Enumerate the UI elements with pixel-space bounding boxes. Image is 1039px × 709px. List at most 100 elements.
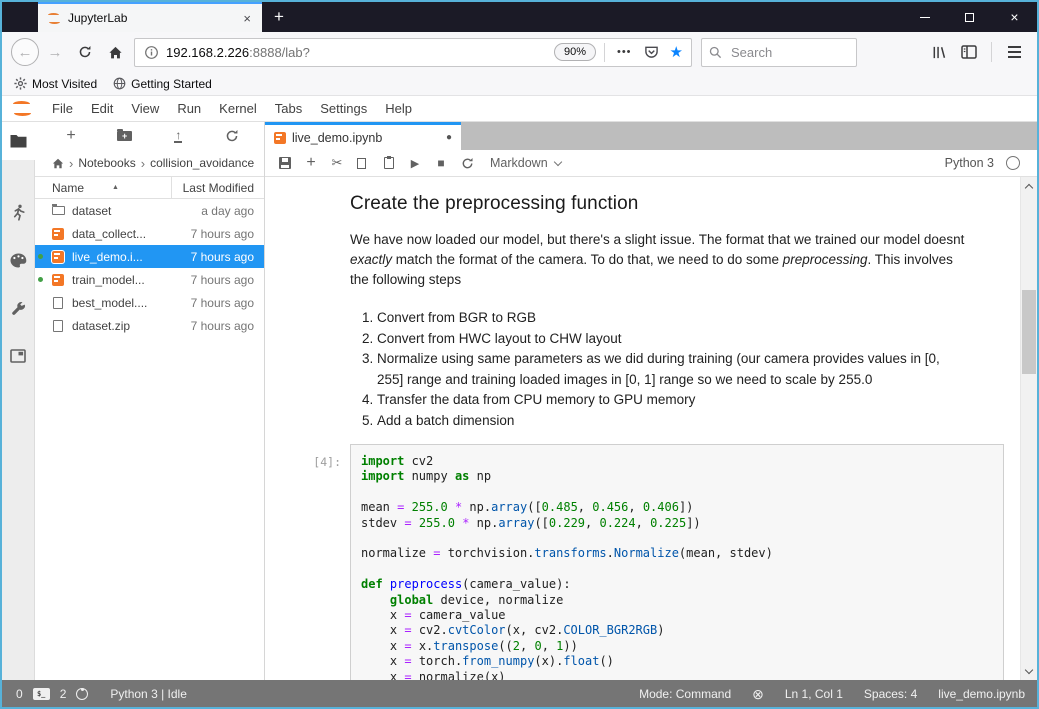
sidebar-tab-filebrowser[interactable] (2, 122, 35, 160)
cut-cells-button[interactable]: ✂ (324, 151, 350, 175)
markdown-cell[interactable]: Create the preprocessing function We hav… (265, 184, 1020, 431)
markdown-steps-list: Convert from BGR to RGBConvert from HWC … (350, 308, 950, 431)
save-button[interactable] (272, 151, 298, 175)
home-icon[interactable] (52, 158, 64, 169)
file-row[interactable]: dataset a day ago (35, 199, 264, 222)
close-button[interactable]: × (992, 2, 1037, 32)
notifications-icon[interactable]: ⊗ (752, 687, 764, 701)
scroll-up-arrow[interactable] (1021, 178, 1037, 194)
library-button[interactable] (924, 37, 954, 67)
bookmark-getting-started[interactable]: Getting Started (113, 77, 212, 91)
code-line: import numpy as np (361, 469, 492, 484)
new-launcher-button[interactable]: + (61, 126, 81, 146)
sidebar-tab-open-tabs[interactable] (2, 332, 35, 380)
spaces-label[interactable]: Spaces: 4 (864, 687, 917, 701)
page-actions-icon[interactable]: ••• (611, 46, 638, 58)
file-browser-toolbar: + + ↑ (35, 122, 264, 150)
menu-kernel[interactable]: Kernel (210, 101, 266, 116)
browser-navbar: ← → 192.168.2.226:8888/lab? 90% ••• ★ (2, 32, 1037, 72)
menu-file[interactable]: File (43, 101, 82, 116)
refresh-icon (462, 157, 473, 168)
sidebar-tab-running[interactable] (2, 188, 35, 236)
notebook-icon (50, 273, 66, 286)
breadcrumb-collision-avoidance[interactable]: collision_avoidance (150, 156, 254, 170)
kernel-name-label[interactable]: Python 3 (945, 156, 994, 170)
tab-close-icon[interactable]: × (241, 11, 253, 26)
bookmark-most-visited[interactable]: Most Visited (14, 77, 97, 91)
menu-button[interactable] (999, 37, 1029, 67)
vertical-scrollbar[interactable] (1020, 177, 1037, 680)
minimize-button[interactable] (902, 2, 947, 32)
code-editor[interactable]: import cv2 import numpy as np mean = 255.… (350, 444, 1004, 680)
menu-edit[interactable]: Edit (82, 101, 122, 116)
sidebar-toggle-icon (961, 45, 977, 59)
zoom-level-badge[interactable]: 90% (553, 43, 596, 61)
sidebars-button[interactable] (954, 37, 984, 67)
search-input[interactable] (729, 43, 829, 61)
refresh-files-button[interactable] (222, 126, 242, 146)
menu-tabs[interactable]: Tabs (266, 101, 311, 116)
jupyterlab-menubar: File Edit View Run Kernel Tabs Settings Help (2, 96, 1037, 122)
scroll-down-arrow[interactable] (1021, 663, 1037, 679)
file-row[interactable]: data_collect... 7 hours ago (35, 222, 264, 245)
command-mode-label[interactable]: Mode: Command (639, 687, 731, 701)
new-folder-button[interactable]: + (115, 126, 135, 146)
back-arrow-icon: ← (17, 43, 33, 61)
file-modified: 7 hours ago (190, 226, 254, 241)
file-row[interactable]: live_demo.i... 7 hours ago (35, 245, 264, 268)
add-cell-button[interactable]: + (298, 151, 324, 175)
maximize-button[interactable] (947, 2, 992, 32)
menu-settings[interactable]: Settings (311, 101, 376, 116)
pocket-icon[interactable] (638, 45, 665, 59)
run-cell-button[interactable]: ▶ (402, 151, 428, 175)
terminals-count[interactable]: 0 (16, 687, 23, 701)
cursor-position-label[interactable]: Ln 1, Col 1 (785, 687, 843, 701)
menu-help[interactable]: Help (376, 101, 421, 116)
markdown-paragraph: We have now loaded our model, but there'… (350, 230, 975, 290)
interrupt-kernel-button[interactable]: ■ (428, 151, 454, 175)
forward-button[interactable]: → (40, 37, 70, 67)
copy-cells-button[interactable] (350, 151, 376, 175)
browser-tab-jupyterlab[interactable]: JupyterLab × (38, 2, 262, 32)
upload-button[interactable]: ↑ (168, 126, 188, 146)
paste-cells-button[interactable] (376, 151, 402, 175)
new-tab-button[interactable]: + (262, 2, 296, 32)
bookmark-star-icon[interactable]: ★ (665, 43, 691, 61)
scrollbar-thumb[interactable] (1022, 290, 1036, 374)
kernel-status-icon[interactable] (1006, 156, 1020, 170)
menu-run[interactable]: Run (168, 101, 210, 116)
kernels-count[interactable]: 2 (60, 687, 67, 701)
menu-view[interactable]: View (122, 101, 168, 116)
step-item: Normalize using same parameters as we di… (377, 349, 950, 390)
markdown-heading: Create the preprocessing function (350, 193, 639, 214)
search-bar[interactable] (701, 37, 857, 67)
home-button[interactable] (100, 37, 130, 67)
bookmark-label: Most Visited (32, 76, 98, 91)
back-button[interactable]: ← (10, 37, 40, 67)
library-icon (933, 46, 946, 58)
notebook-tab[interactable]: live_demo.ipynb ● (265, 122, 461, 150)
status-bar: 0 $_ 2 Python 3 | Idle Mode: Command ⊗ L… (2, 680, 1037, 707)
paste-icon (384, 156, 394, 169)
upload-icon: ↑ (174, 127, 183, 143)
reload-button[interactable] (70, 37, 100, 67)
url-bar[interactable]: 192.168.2.226:8888/lab? 90% ••• ★ (134, 37, 692, 67)
sidebar-tab-commands[interactable] (2, 236, 35, 284)
sidebar-tab-inspector[interactable] (2, 284, 35, 332)
column-header-name[interactable]: Name ▲ (35, 177, 172, 198)
unsaved-changes-icon[interactable]: ● (446, 132, 452, 143)
cell-type-dropdown[interactable]: Markdown (490, 156, 562, 170)
file-row[interactable]: dataset.zip 7 hours ago (35, 314, 264, 337)
file-row[interactable]: train_model... 7 hours ago (35, 268, 264, 291)
restart-kernel-button[interactable] (454, 151, 480, 175)
file-row[interactable]: best_model.... 7 hours ago (35, 291, 264, 314)
kernel-status-label[interactable]: Python 3 | Idle (110, 687, 187, 701)
breadcrumb-notebooks[interactable]: Notebooks (78, 156, 135, 170)
file-name: data_collect... (72, 226, 147, 241)
crumb-separator: › (140, 155, 146, 171)
column-header-modified[interactable]: Last Modified (172, 181, 264, 195)
step-item: Transfer the data from CPU memory to GPU… (377, 390, 950, 411)
code-cell[interactable]: [4]: import cv2 import numpy as np mean =… (265, 444, 1020, 680)
site-info-icon[interactable] (144, 45, 159, 60)
